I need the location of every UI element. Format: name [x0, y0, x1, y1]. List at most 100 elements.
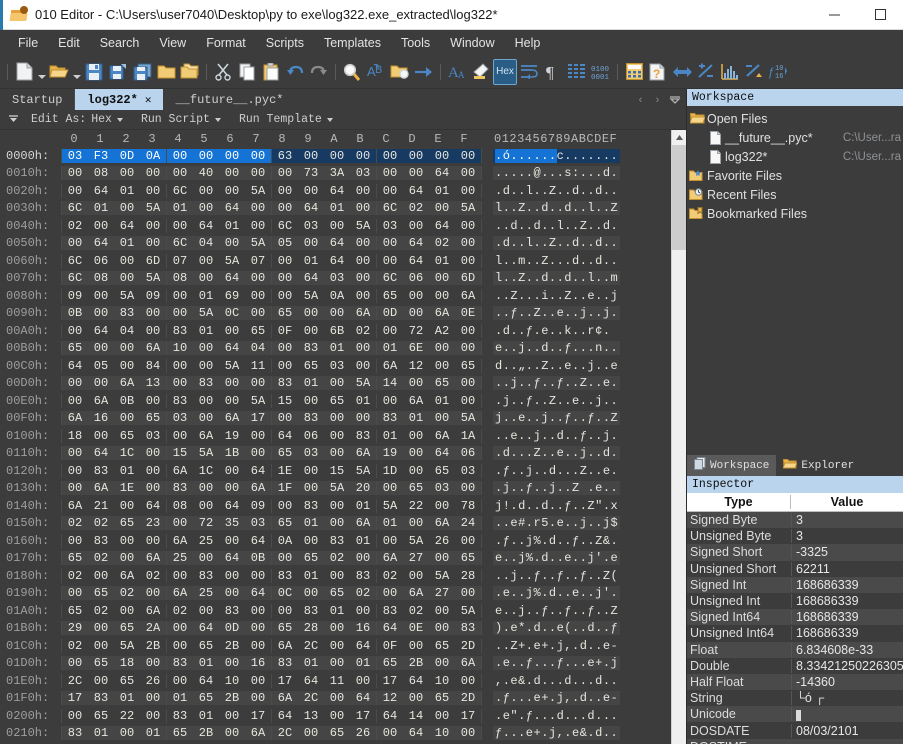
hex-byte[interactable]: 64 — [377, 621, 403, 636]
hex-byte[interactable]: 00 — [245, 674, 271, 688]
hex-row[interactable]: 0170h: 65 02 00 6A 25 00 64 0B 00 65 02 00 6A 27 00 65 e.… — [6, 550, 671, 568]
hex-byte[interactable]: 5A — [114, 639, 140, 653]
hex-row-ascii[interactable]: .e".ƒ...d...d... — [495, 709, 618, 723]
hex-byte[interactable]: 1D — [377, 464, 403, 478]
hex-byte[interactable]: 00 — [219, 569, 245, 583]
hex-byte[interactable]: 25 — [193, 586, 219, 601]
hex-byte[interactable]: 02 — [403, 604, 429, 618]
hex-byte[interactable]: 6A — [167, 464, 193, 478]
hex-byte[interactable]: 00 — [429, 271, 455, 286]
hex-byte[interactable]: 00 — [350, 184, 376, 198]
hex-byte[interactable]: 14 — [403, 709, 429, 723]
hex-row-ascii[interactable]: .d..l..Z..d..d.. — [493, 236, 621, 251]
hex-byte[interactable]: 64 — [298, 674, 324, 688]
hex-byte[interactable]: 00 — [350, 674, 376, 688]
hex-byte[interactable]: 02 — [403, 201, 429, 216]
hex-byte[interactable]: 83 — [298, 604, 324, 618]
inspector-row[interactable]: Unicode — [687, 706, 903, 723]
hex-byte[interactable]: 00 — [62, 394, 88, 408]
hex-byte[interactable]: 5A — [350, 376, 376, 391]
hex-byte[interactable]: 6D — [140, 254, 166, 268]
column-mode-icon[interactable] — [565, 59, 589, 85]
hex-byte[interactable]: 00 — [140, 236, 166, 251]
hex-byte[interactable]: 00 — [219, 481, 245, 496]
hex-byte[interactable]: 5A — [324, 481, 350, 496]
hex-byte[interactable]: 6A — [245, 726, 271, 741]
hex-byte[interactable]: 00 — [62, 446, 88, 461]
hex-byte[interactable]: 00 — [245, 376, 271, 391]
menu-format[interactable]: Format — [196, 33, 256, 53]
hex-byte[interactable]: 00 — [193, 394, 219, 408]
hex-byte[interactable]: 00 — [455, 534, 481, 548]
hex-byte[interactable]: 64 — [324, 236, 350, 251]
hex-byte[interactable]: 00 — [219, 324, 245, 338]
hex-byte[interactable]: 00 — [455, 184, 481, 198]
hex-byte[interactable]: 73 — [298, 166, 324, 181]
hex-byte[interactable]: 6A — [272, 691, 298, 706]
hex-byte[interactable]: 64 — [429, 166, 455, 181]
hex-byte[interactable]: 65 — [429, 376, 455, 391]
hex-byte[interactable]: 0D — [114, 148, 140, 163]
hex-row[interactable]: 0150h: 02 02 65 23 00 72 35 03 65 01 00 6A 01 00 6A 24..… — [6, 515, 671, 533]
hex-byte[interactable]: 00 — [350, 604, 376, 618]
hex-byte[interactable]: 6A — [350, 516, 376, 531]
hex-byte[interactable]: 17 — [272, 674, 298, 688]
hex-row-ascii[interactable]: j..e..j..ƒ..ƒ..Z — [493, 411, 621, 426]
hex-byte[interactable]: 00 — [403, 376, 429, 391]
hex-byte[interactable]: 00 — [245, 604, 271, 618]
hex-byte[interactable]: 00 — [455, 481, 481, 496]
hex-byte[interactable]: 01 — [298, 569, 324, 583]
hex-byte[interactable]: 83 — [193, 376, 219, 391]
hex-byte[interactable]: 01 — [193, 709, 219, 723]
hex-byte[interactable]: 17 — [245, 709, 271, 723]
hex-byte[interactable]: 5A — [455, 201, 481, 216]
hex-byte[interactable]: 00 — [62, 534, 88, 548]
hex-byte[interactable]: 0B — [62, 306, 88, 321]
hex-row-ascii[interactable]: .e..j%.d..e..j'. — [493, 586, 621, 601]
hex-byte[interactable]: 00 — [429, 499, 455, 513]
hex-byte[interactable]: 83 — [167, 709, 193, 723]
hex-byte[interactable]: 83 — [350, 569, 376, 583]
hex-byte[interactable]: 00 — [219, 184, 245, 198]
hex-byte[interactable]: 65 — [272, 446, 298, 461]
hex-byte[interactable]: 00 — [429, 551, 455, 566]
hex-byte[interactable]: 1C — [193, 464, 219, 478]
hex-byte[interactable]: 01 — [193, 289, 219, 303]
hex-byte[interactable]: 09 — [62, 289, 88, 303]
hex-byte[interactable]: 83 — [62, 726, 88, 741]
hex-byte[interactable]: 5A — [403, 534, 429, 548]
hex-byte[interactable]: 83 — [167, 481, 193, 496]
hex-byte[interactable]: 00 — [350, 551, 376, 566]
hex-byte[interactable]: 64 — [245, 586, 271, 601]
scroll-up-icon[interactable] — [672, 130, 686, 145]
inspector-value[interactable]: 6.834608e-33 — [791, 642, 903, 657]
hex-byte[interactable]: 5A — [193, 306, 219, 321]
hex-byte[interactable]: 00 — [140, 306, 166, 321]
hex-byte[interactable]: 10 — [167, 341, 193, 356]
hex-byte[interactable]: 64 — [88, 446, 114, 461]
hex-byte[interactable]: 01 — [429, 254, 455, 268]
hex-byte[interactable]: 00 — [193, 148, 219, 163]
hex-byte[interactable]: 08 — [167, 271, 193, 286]
hex-byte[interactable]: 64 — [298, 201, 324, 216]
hex-byte[interactable]: 65 — [193, 639, 219, 653]
hex-row-ascii[interactable]: ..Z...i..Z..e..j — [495, 289, 618, 303]
hex-byte[interactable]: 64 — [193, 674, 219, 688]
base-convert-icon[interactable]: ƒ 10 16 — [766, 59, 790, 85]
minimize-button[interactable] — [811, 0, 857, 30]
font-icon[interactable]: AA — [445, 59, 469, 85]
hex-byte[interactable]: 83 — [167, 324, 193, 338]
hex-row-ascii[interactable]: j!.d..d..ƒ..Z".x — [495, 499, 618, 513]
hex-byte[interactable]: 5A — [350, 464, 376, 478]
hex-row[interactable]: 00B0h: 65 00 00 6A 10 00 64 04 00 83 01 00 01 6E 00 00 e.… — [6, 340, 671, 358]
hex-byte[interactable]: 02 — [167, 604, 193, 618]
binary-view-icon[interactable]: 0100 0001 — [589, 59, 613, 85]
hex-byte[interactable]: 00 — [167, 289, 193, 303]
hex-byte[interactable]: 1E — [272, 464, 298, 478]
hex-byte[interactable]: 01 — [167, 691, 193, 706]
hex-byte[interactable]: 10 — [429, 674, 455, 688]
hex-row-list[interactable]: 0000h: 03 F3 0D 0A 00 00 00 00 63 00 00 00 00 00 00 00 .ó… — [0, 147, 671, 744]
hex-byte[interactable]: 00 — [245, 201, 271, 216]
inspector-row[interactable]: Signed Short -3325 — [687, 544, 903, 561]
hex-byte[interactable]: 22 — [114, 709, 140, 723]
